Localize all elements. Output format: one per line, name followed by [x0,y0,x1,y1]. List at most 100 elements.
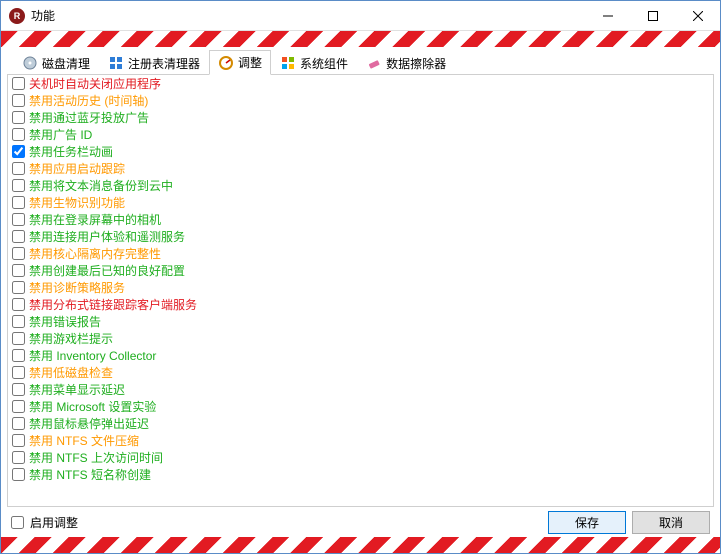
enable-tweaks-checkbox[interactable] [11,516,24,529]
tab-label: 数据擦除器 [386,55,446,72]
item-label: 禁用 NTFS 上次访问时间 [29,449,163,466]
item-label: 禁用 Microsoft 设置实验 [29,398,156,415]
item-checkbox[interactable] [12,383,25,396]
list-item[interactable]: 禁用低磁盘检查 [8,364,713,381]
item-label: 禁用低磁盘检查 [29,364,113,381]
enable-tweaks-label: 启用调整 [30,514,78,531]
tab-label: 注册表清理器 [128,55,200,72]
item-label: 禁用连接用户体验和遥测服务 [29,228,185,245]
tab-bar: 磁盘清理 注册表清理器 调整 系统组件 数据擦除器 [7,49,714,75]
list-item[interactable]: 禁用 NTFS 文件压缩 [8,432,713,449]
tab-label: 调整 [238,54,262,71]
item-checkbox[interactable] [12,417,25,430]
list-item[interactable]: 禁用 Microsoft 设置实验 [8,398,713,415]
tweak-list[interactable]: 关机时自动关闭应用程序禁用活动历史 (时间轴)禁用通过蓝牙投放广告禁用广告 ID… [7,75,714,507]
item-label: 禁用广告 ID [29,126,92,143]
list-item[interactable]: 禁用诊断策略服务 [8,279,713,296]
item-label: 禁用创建最后已知的良好配置 [29,262,185,279]
item-label: 禁用游戏栏提示 [29,330,113,347]
title-bar: R 功能 [1,1,720,31]
item-label: 禁用 Inventory Collector [29,347,156,364]
eraser-icon [366,55,382,71]
item-label: 禁用鼠标悬停弹出延迟 [29,415,149,432]
item-checkbox[interactable] [12,264,25,277]
list-item[interactable]: 禁用生物识别功能 [8,194,713,211]
list-item[interactable]: 禁用创建最后已知的良好配置 [8,262,713,279]
item-label: 禁用错误报告 [29,313,101,330]
item-label: 禁用生物识别功能 [29,194,125,211]
item-checkbox[interactable] [12,315,25,328]
list-item[interactable]: 关机时自动关闭应用程序 [8,75,713,92]
item-label: 禁用在登录屏幕中的相机 [29,211,161,228]
list-item[interactable]: 禁用通过蓝牙投放广告 [8,109,713,126]
item-label: 禁用将文本消息备份到云中 [29,177,173,194]
tab-tweaks[interactable]: 调整 [209,50,271,75]
item-checkbox[interactable] [12,366,25,379]
tab-registry-cleaner[interactable]: 注册表清理器 [99,50,209,75]
tab-label: 磁盘清理 [42,55,90,72]
close-button[interactable] [675,1,720,31]
list-item[interactable]: 禁用任务栏动画 [8,143,713,160]
item-label: 禁用任务栏动画 [29,143,113,160]
item-label: 禁用核心隔离内存完整性 [29,245,161,262]
list-item[interactable]: 禁用 Inventory Collector [8,347,713,364]
cancel-button[interactable]: 取消 [632,511,710,534]
tab-label: 系统组件 [300,55,348,72]
warning-stripe-top [1,31,720,47]
item-label: 禁用菜单显示延迟 [29,381,125,398]
item-checkbox[interactable] [12,162,25,175]
minimize-button[interactable] [585,1,630,31]
tab-data-eraser[interactable]: 数据擦除器 [357,50,455,75]
item-label: 禁用分布式链接跟踪客户端服务 [29,296,197,313]
list-item[interactable]: 禁用菜单显示延迟 [8,381,713,398]
item-label: 禁用应用启动跟踪 [29,160,125,177]
item-label: 禁用 NTFS 文件压缩 [29,432,139,449]
item-checkbox[interactable] [12,145,25,158]
list-item[interactable]: 禁用游戏栏提示 [8,330,713,347]
disk-icon [22,55,38,71]
window-title: 功能 [31,7,55,24]
maximize-button[interactable] [630,1,675,31]
footer-bar: 启用调整 保存 取消 [1,507,720,537]
list-item[interactable]: 禁用错误报告 [8,313,713,330]
list-item[interactable]: 禁用将文本消息备份到云中 [8,177,713,194]
item-checkbox[interactable] [12,230,25,243]
item-checkbox[interactable] [12,128,25,141]
app-icon: R [9,8,25,24]
list-item[interactable]: 禁用分布式链接跟踪客户端服务 [8,296,713,313]
item-checkbox[interactable] [12,468,25,481]
item-checkbox[interactable] [12,77,25,90]
item-checkbox[interactable] [12,247,25,260]
item-checkbox[interactable] [12,400,25,413]
item-checkbox[interactable] [12,111,25,124]
item-label: 禁用通过蓝牙投放广告 [29,109,149,126]
list-item[interactable]: 禁用广告 ID [8,126,713,143]
item-checkbox[interactable] [12,213,25,226]
item-label: 禁用活动历史 (时间轴) [29,92,148,109]
list-item[interactable]: 禁用 NTFS 短名称创建 [8,466,713,483]
list-item[interactable]: 禁用在登录屏幕中的相机 [8,211,713,228]
item-label: 关机时自动关闭应用程序 [29,75,161,92]
item-checkbox[interactable] [12,332,25,345]
item-checkbox[interactable] [12,349,25,362]
list-item[interactable]: 禁用应用启动跟踪 [8,160,713,177]
item-checkbox[interactable] [12,451,25,464]
registry-icon [108,55,124,71]
item-checkbox[interactable] [12,196,25,209]
windows-icon [280,55,296,71]
warning-stripe-bottom [1,537,720,553]
tab-disk-clean[interactable]: 磁盘清理 [13,50,99,75]
list-item[interactable]: 禁用活动历史 (时间轴) [8,92,713,109]
item-label: 禁用诊断策略服务 [29,279,125,296]
item-checkbox[interactable] [12,298,25,311]
item-checkbox[interactable] [12,179,25,192]
list-item[interactable]: 禁用 NTFS 上次访问时间 [8,449,713,466]
tab-system-components[interactable]: 系统组件 [271,50,357,75]
list-item[interactable]: 禁用核心隔离内存完整性 [8,245,713,262]
item-checkbox[interactable] [12,281,25,294]
save-button[interactable]: 保存 [548,511,626,534]
list-item[interactable]: 禁用鼠标悬停弹出延迟 [8,415,713,432]
list-item[interactable]: 禁用连接用户体验和遥测服务 [8,228,713,245]
item-checkbox[interactable] [12,94,25,107]
item-checkbox[interactable] [12,434,25,447]
